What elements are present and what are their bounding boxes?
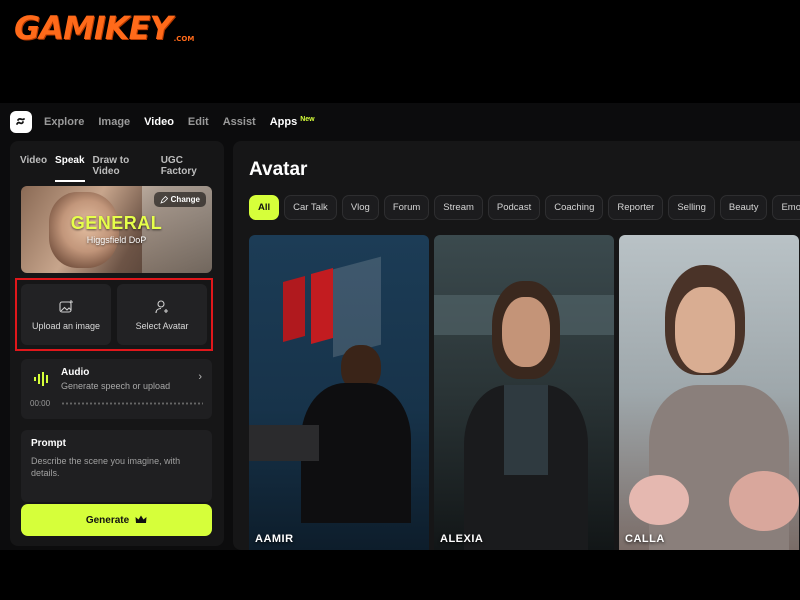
chip-selling[interactable]: Selling [668, 195, 715, 220]
generate-label: Generate [85, 514, 130, 526]
category-filters: All Car Talk Vlog Forum Stream Podcast C… [249, 195, 800, 220]
audio-track [61, 402, 203, 405]
chip-reporter[interactable]: Reporter [608, 195, 664, 220]
pencil-icon [159, 195, 168, 204]
change-label: Change [170, 195, 200, 204]
nav-edit[interactable]: Edit [188, 116, 209, 128]
nav-apps[interactable]: Apps New [270, 116, 315, 128]
tab-video[interactable]: Video [20, 155, 47, 182]
chevron-right-icon: › [198, 371, 202, 383]
chip-car-talk[interactable]: Car Talk [284, 195, 337, 220]
image-plus-icon [59, 299, 73, 313]
chip-stream[interactable]: Stream [434, 195, 483, 220]
select-avatar-button[interactable]: Select Avatar [117, 284, 207, 345]
nav-explore[interactable]: Explore [44, 116, 84, 128]
preset-subtitle: Higgsfield DoP [86, 235, 147, 245]
preset-title: GENERAL [70, 213, 163, 233]
upload-image-label: Upload an image [31, 320, 101, 331]
avatar-grid: AAMIR ALEXIA CALLA [249, 235, 799, 550]
user-plus-icon [155, 299, 168, 313]
change-preset-button[interactable]: Change [153, 192, 206, 207]
nav-video[interactable]: Video [144, 116, 174, 128]
generate-button[interactable]: Generate [21, 504, 212, 536]
preset-preview[interactable]: Change GENERAL Higgsfield DoP [21, 186, 212, 273]
avatar-card[interactable]: AAMIR [249, 235, 429, 550]
avatar-name: CALLA [625, 533, 665, 545]
panel-title: Avatar [249, 159, 308, 180]
chip-emotions[interactable]: Emotions [772, 195, 800, 220]
avatar-panel: Avatar All Car Talk Vlog Forum Stream Po… [233, 141, 800, 550]
top-navigation: Explore Image Video Edit Assist Apps New [0, 103, 800, 141]
gamikey-logo: GAMIKEY .COM [14, 6, 194, 46]
tab-draw-to-video[interactable]: Draw to Video [93, 155, 153, 182]
nav-apps-label: Apps [269, 116, 298, 128]
logo-suffix: .COM [173, 35, 195, 43]
tab-ugc-factory[interactable]: UGC Factory [161, 155, 216, 182]
chip-vlog[interactable]: Vlog [341, 195, 379, 220]
audio-section[interactable]: Audio Generate speech or upload › 00:00 [21, 359, 212, 419]
audio-title: Audio [61, 367, 90, 378]
chip-forum[interactable]: Forum [383, 195, 430, 220]
highlighted-upload-options: Upload an image Select Avatar [15, 278, 213, 351]
audio-subtitle: Generate speech or upload [61, 381, 171, 391]
avatar-card[interactable]: ALEXIA [434, 235, 614, 550]
chip-coaching[interactable]: Coaching [545, 195, 604, 220]
chip-podcast[interactable]: Podcast [487, 195, 541, 220]
prompt-title: Prompt [31, 438, 66, 449]
nav-image[interactable]: Image [98, 116, 130, 128]
audio-time: 00:00 [30, 399, 51, 408]
prompt-placeholder: Describe the scene you imagine, with det… [31, 456, 181, 478]
mode-tabs: Video Speak Draw to Video UGC Factory [10, 141, 224, 182]
crown-icon [135, 515, 147, 523]
avatar-card[interactable]: CALLA [619, 235, 799, 550]
app-window: Explore Image Video Edit Assist Apps New … [0, 103, 800, 550]
chip-all[interactable]: All [249, 195, 280, 220]
prompt-field[interactable]: Prompt Describe the scene you imagine, w… [21, 430, 212, 502]
new-badge: New [300, 116, 315, 123]
logo-brand: GAMIKEY [14, 9, 173, 47]
select-avatar-label: Select Avatar [135, 320, 189, 331]
waveform-icon [34, 372, 48, 386]
chip-beauty[interactable]: Beauty [719, 195, 768, 220]
left-panel: Video Speak Draw to Video UGC Factory Ch… [10, 141, 224, 546]
nav-assist[interactable]: Assist [223, 116, 256, 128]
avatar-name: ALEXIA [440, 533, 484, 545]
app-logo-icon[interactable] [10, 111, 32, 133]
tab-speak[interactable]: Speak [55, 155, 85, 182]
avatar-name: AAMIR [255, 533, 294, 545]
upload-image-button[interactable]: Upload an image [21, 284, 111, 345]
